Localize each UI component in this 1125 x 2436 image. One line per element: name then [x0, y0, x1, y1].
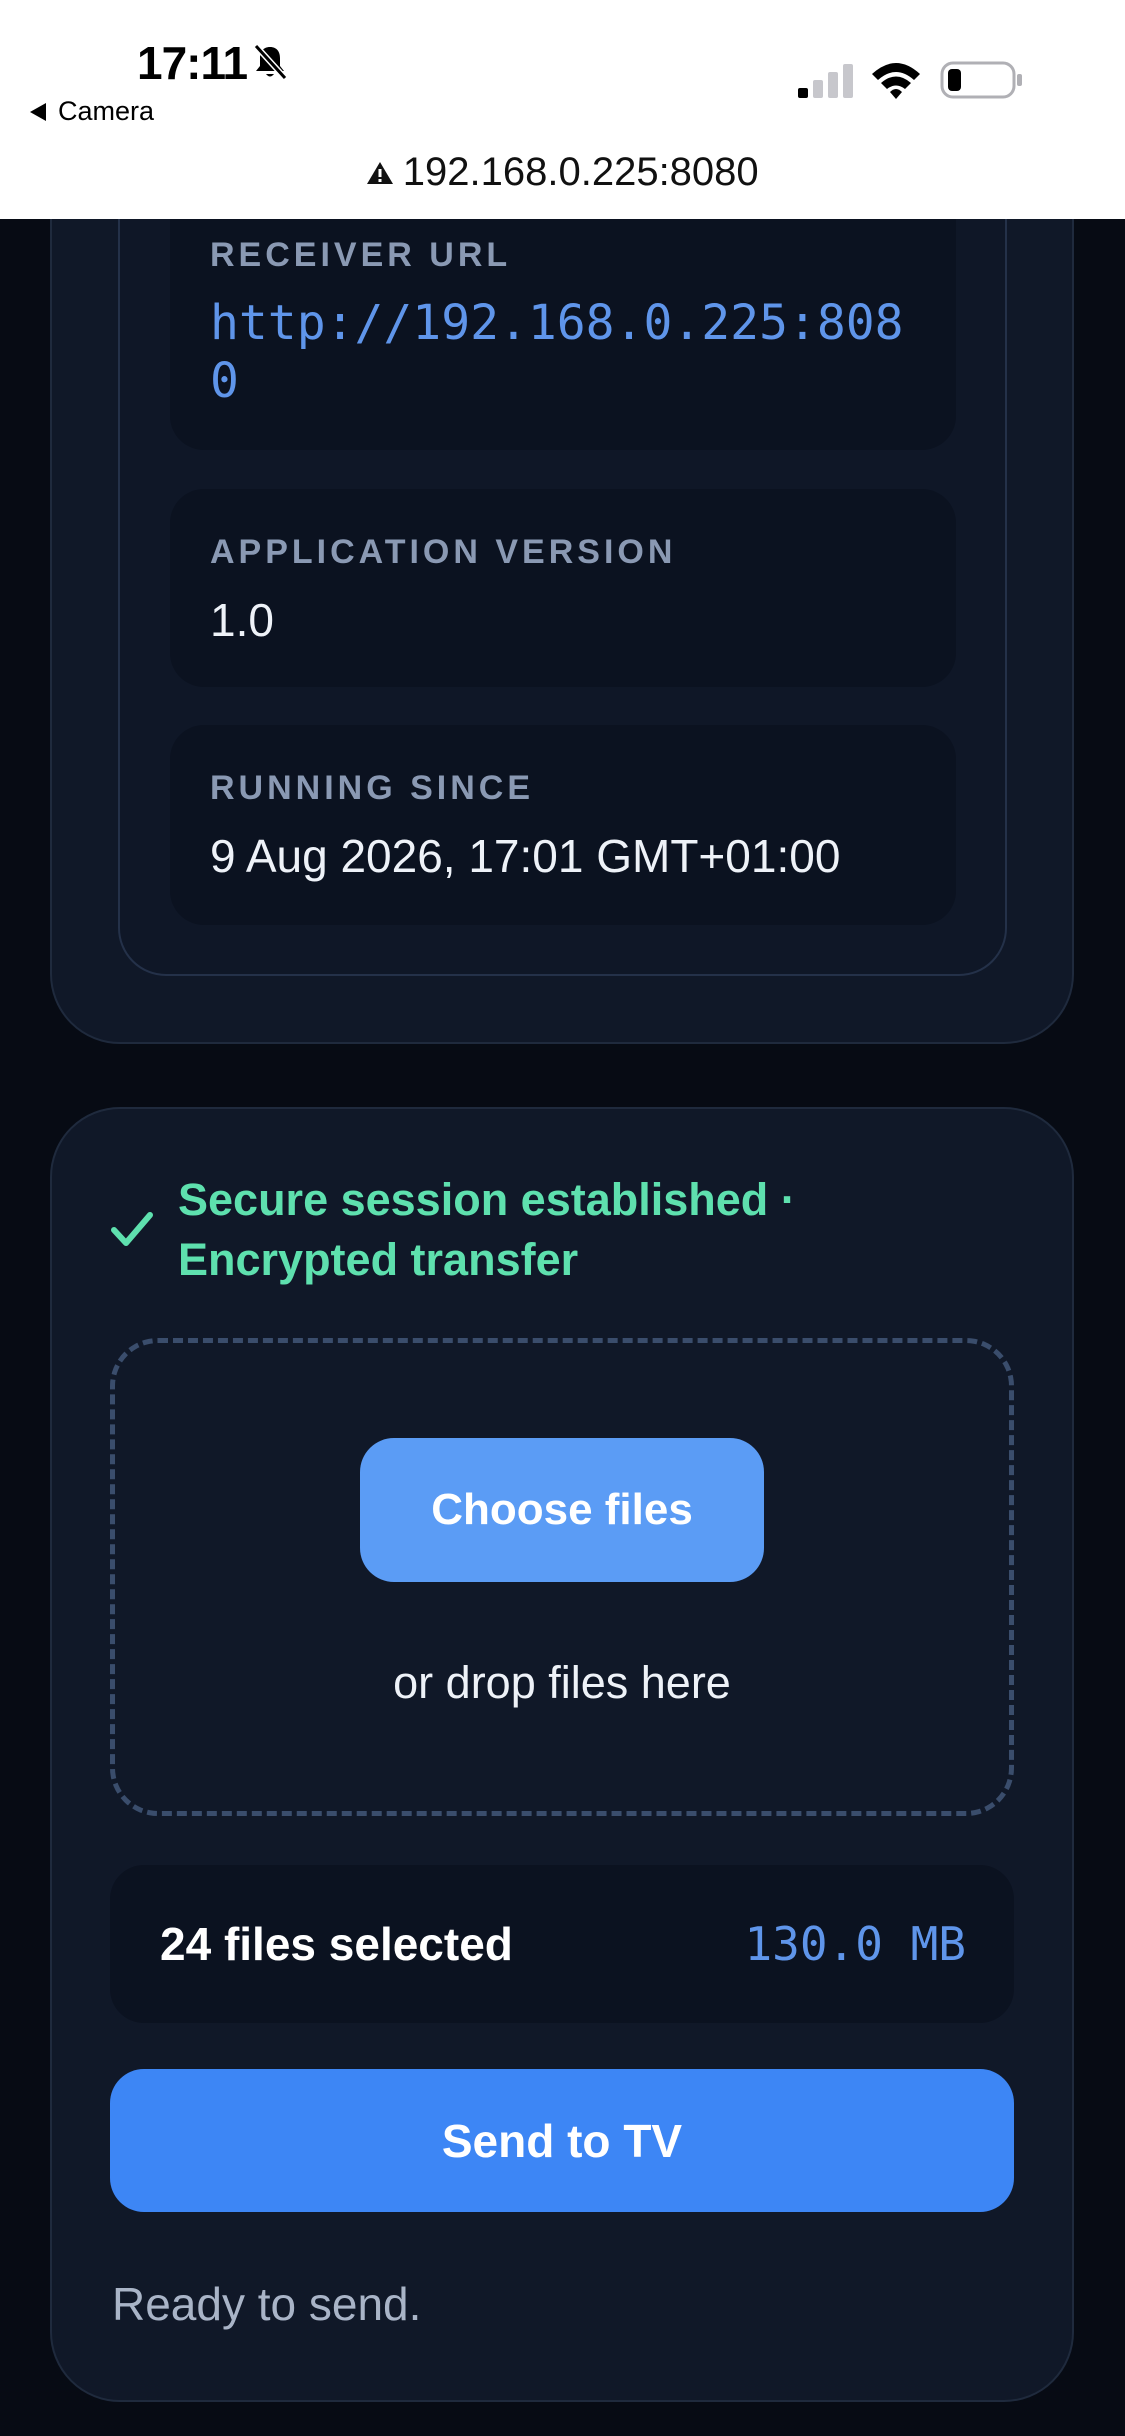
app-version-box: APPLICATION VERSION 1.0	[170, 489, 956, 687]
running-since-label: RUNNING SINCE	[210, 769, 535, 807]
wifi-icon	[872, 63, 920, 99]
session-line-2: Encrypted transfer	[178, 1234, 579, 1285]
app-version-label: APPLICATION VERSION	[210, 533, 677, 571]
receiver-url-label: RECEIVER URL	[210, 236, 512, 274]
total-size: 130.0 MB	[744, 1917, 966, 1971]
transfer-status-text: Ready to send.	[112, 2278, 422, 2330]
choose-files-button[interactable]: Choose files	[360, 1438, 764, 1582]
secure-session-status: Secure session established · Encrypted t…	[178, 1170, 878, 1290]
battery-icon	[940, 61, 1022, 99]
address-bar[interactable]: 192.168.0.225:8080	[0, 150, 1125, 195]
back-app-label: Camera	[58, 96, 155, 126]
drop-hint-text: or drop files here	[393, 1657, 731, 1708]
session-line-1: Secure session established ·	[178, 1174, 796, 1225]
browser-top-bar: 17:11 Camera 192.168.0.225:8080	[0, 0, 1125, 219]
files-selected-count: 24 files selected	[160, 1918, 513, 1970]
send-to-tv-button[interactable]: Send to TV	[110, 2069, 1014, 2212]
running-since-box: RUNNING SINCE 9 Aug 2026, 17:01 GMT+01:0…	[170, 725, 956, 925]
back-arrow-icon	[30, 102, 46, 121]
check-icon	[111, 1212, 153, 1246]
running-since-value: 9 Aug 2026, 17:01 GMT+01:00	[210, 830, 841, 882]
receiver-url-value[interactable]: http://192.168.0.225:8080	[210, 294, 930, 410]
app-version-value: 1.0	[210, 594, 274, 646]
selection-summary: 24 files selected 130.0 MB	[110, 1865, 1014, 2023]
warning-triangle-icon	[367, 161, 394, 184]
status-time: 17:11	[137, 37, 248, 89]
bell-slash-icon	[253, 43, 288, 81]
url-text: 192.168.0.225:8080	[402, 150, 759, 194]
back-to-app-link[interactable]: Camera	[30, 96, 154, 127]
cellular-signal-icon	[798, 64, 853, 98]
